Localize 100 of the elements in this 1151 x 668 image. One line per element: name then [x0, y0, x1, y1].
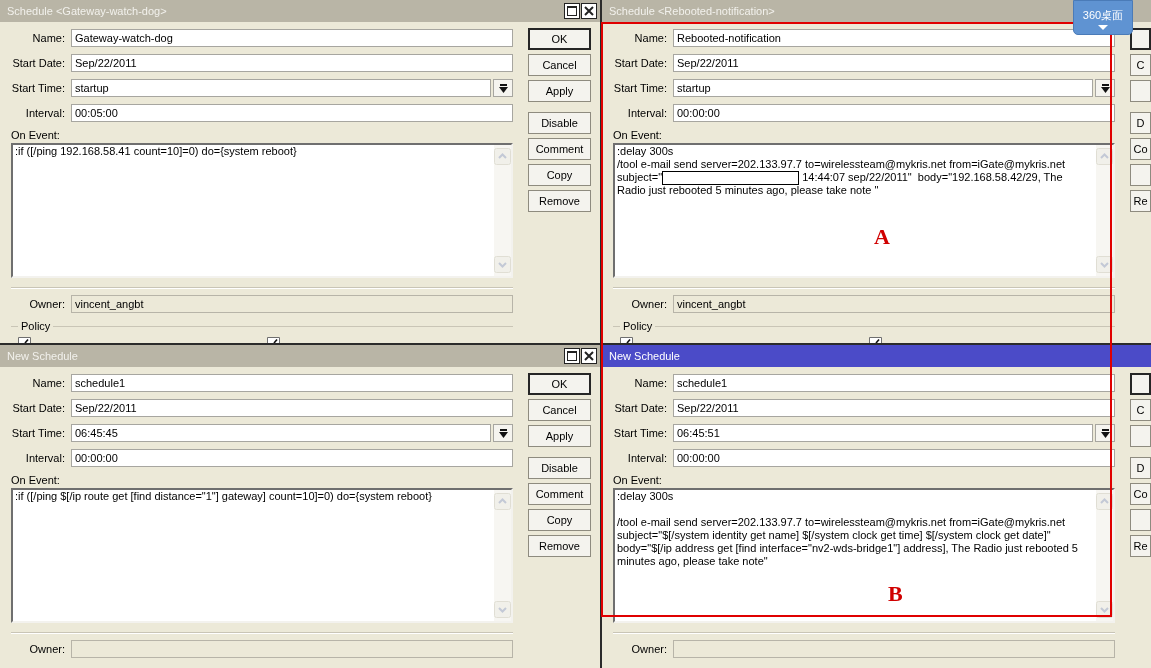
close-icon[interactable]: [581, 348, 597, 364]
checkbox[interactable]: [267, 337, 280, 343]
dialog-button[interactable]: OK: [528, 373, 591, 395]
field-label: Name:: [31, 375, 65, 391]
field-label: Name:: [31, 30, 65, 46]
dialog-button[interactable]: Comment: [528, 483, 591, 505]
dialog-button[interactable]: Re: [1130, 535, 1151, 557]
field-label: Start Date:: [613, 55, 667, 71]
code-line: subject="$[/system identity get name] $[/system clock get time] $[/system clock get date]": [617, 529, 1051, 542]
window-title: Schedule <Gateway-watch-dog>: [7, 3, 167, 19]
dialog-button[interactable]: Comment: [528, 138, 591, 160]
dropdown-arrow-icon: [498, 428, 508, 438]
field-label: Start Time:: [11, 80, 65, 96]
text-field[interactable]: 00:05:00: [71, 104, 513, 122]
text-field[interactable]: 00:00:00: [673, 104, 1115, 122]
text-field[interactable]: Sep/22/2011: [673, 399, 1115, 417]
field-label: Interval:: [24, 105, 65, 121]
checkbox[interactable]: [18, 337, 31, 343]
group-label: Policy: [20, 320, 52, 333]
field-label: Owner:: [630, 641, 667, 657]
field-label: Start Time:: [11, 425, 65, 441]
window-title: Schedule <Rebooted-notification>: [609, 3, 775, 19]
text-field[interactable]: Sep/22/2011: [71, 399, 513, 417]
checkbox[interactable]: [620, 337, 633, 343]
text-field[interactable]: 00:00:00: [71, 449, 513, 467]
field-label: Start Date:: [613, 400, 667, 416]
dialog-button[interactable]: OK: [528, 28, 591, 50]
field-label: On Event:: [11, 129, 60, 142]
window-title: New Schedule: [7, 348, 78, 364]
field-label: Interval:: [626, 105, 667, 121]
code-line: Radio just rebooted 5 minutes ago, please take note ": [617, 184, 879, 197]
dropdown-arrow-icon: [498, 83, 508, 93]
field-label: On Event:: [11, 474, 60, 487]
dialog-button[interactable]: Co: [1130, 483, 1151, 505]
dropdown-field[interactable]: startup: [673, 79, 1093, 97]
text-field[interactable]: Sep/22/2011: [673, 54, 1115, 72]
dropdown-button[interactable]: [1095, 79, 1115, 97]
field-label: Owner:: [28, 641, 65, 657]
text-field[interactable]: schedule1: [71, 374, 513, 392]
dialog-button[interactable]: [1130, 28, 1151, 50]
dialog-button[interactable]: Remove: [528, 535, 591, 557]
dialog-button[interactable]: Cancel: [528, 54, 591, 76]
dialog-button[interactable]: Copy: [528, 509, 591, 531]
maximize-icon[interactable]: [564, 3, 580, 19]
dialog-button[interactable]: Co: [1130, 138, 1151, 160]
dropdown-field[interactable]: 06:45:45: [71, 424, 491, 442]
text-area[interactable]: [613, 143, 1115, 278]
text-field[interactable]: 00:00:00: [673, 449, 1115, 467]
field-label: Interval:: [24, 450, 65, 466]
code-text: 14:44:07 sep/22/2011" body="192.168.58.42/29, The: [801, 171, 1063, 184]
text-field[interactable]: Rebooted-notification: [673, 29, 1115, 47]
field-label: Name:: [633, 30, 667, 46]
field-label: Interval:: [626, 450, 667, 466]
code-line: body="$[/ip address get [find interface="nv2-wds-bridge1"] address], The Radio just rebooted 5: [617, 542, 1078, 555]
dialog-button[interactable]: Apply: [528, 425, 591, 447]
text-field[interactable]: Gateway-watch-dog: [71, 29, 513, 47]
close-icon[interactable]: [581, 3, 597, 19]
annotation-label: A: [874, 226, 890, 248]
text-area[interactable]: :if ([/ping 192.168.58.41 count=10]=0) do={system reboot}: [11, 143, 513, 278]
field-label: Owner:: [28, 296, 65, 312]
annotation-label: B: [888, 583, 903, 605]
maximize-icon[interactable]: [564, 348, 580, 364]
dropdown-arrow-icon: [1100, 83, 1110, 93]
dialog-button[interactable]: Copy: [528, 164, 591, 186]
dialog-button[interactable]: C: [1130, 54, 1151, 76]
dropdown-button[interactable]: [1095, 424, 1115, 442]
checkbox[interactable]: [869, 337, 882, 343]
text-field[interactable]: Sep/22/2011: [71, 54, 513, 72]
dialog-button[interactable]: [1130, 373, 1151, 395]
dialog-button[interactable]: D: [1130, 457, 1151, 479]
field-label: On Event:: [613, 129, 662, 142]
dropdown-button[interactable]: [493, 79, 513, 97]
text-field[interactable]: schedule1: [673, 374, 1115, 392]
widget-label: 360桌面: [1082, 9, 1124, 22]
code-text: subject=": [617, 171, 663, 184]
dialog-button[interactable]: D: [1130, 112, 1151, 134]
field-label: Start Date:: [11, 55, 65, 71]
dropdown-button[interactable]: [493, 424, 513, 442]
dialog-button[interactable]: Disable: [528, 457, 591, 479]
code-line: :delay 300s: [617, 490, 674, 503]
code-line: :delay 300s: [617, 145, 674, 158]
text-area[interactable]: :if ([/ping $[/ip route get [find distance="1"] gateway] count=10]=0) do={system reboot}: [11, 488, 513, 623]
dialog-button[interactable]: C: [1130, 399, 1151, 421]
field-label: Start Time:: [613, 80, 667, 96]
dialog-button[interactable]: Remove: [528, 190, 591, 212]
group-label: Policy: [622, 320, 654, 333]
window-title: New Schedule: [609, 348, 680, 364]
dialog-button[interactable]: Disable: [528, 112, 591, 134]
code-line: /tool e-mail send server=202.133.97.7 to=wirelessteam@mykris.net from=iGate@mykris.net: [617, 158, 1066, 171]
field-label: On Event:: [613, 474, 662, 487]
field-label: Start Date:: [11, 400, 65, 416]
field-label: Owner:: [630, 296, 667, 312]
text-area[interactable]: [613, 488, 1115, 623]
dropdown-arrow-icon: [1100, 428, 1110, 438]
code-line: :if ([/ping 192.168.58.41 count=10]=0) do={system reboot}: [15, 145, 297, 158]
dialog-button[interactable]: Re: [1130, 190, 1151, 212]
dialog-button[interactable]: Apply: [528, 80, 591, 102]
dialog-button[interactable]: Cancel: [528, 399, 591, 421]
dropdown-field[interactable]: 06:45:51: [673, 424, 1093, 442]
dropdown-field[interactable]: startup: [71, 79, 491, 97]
